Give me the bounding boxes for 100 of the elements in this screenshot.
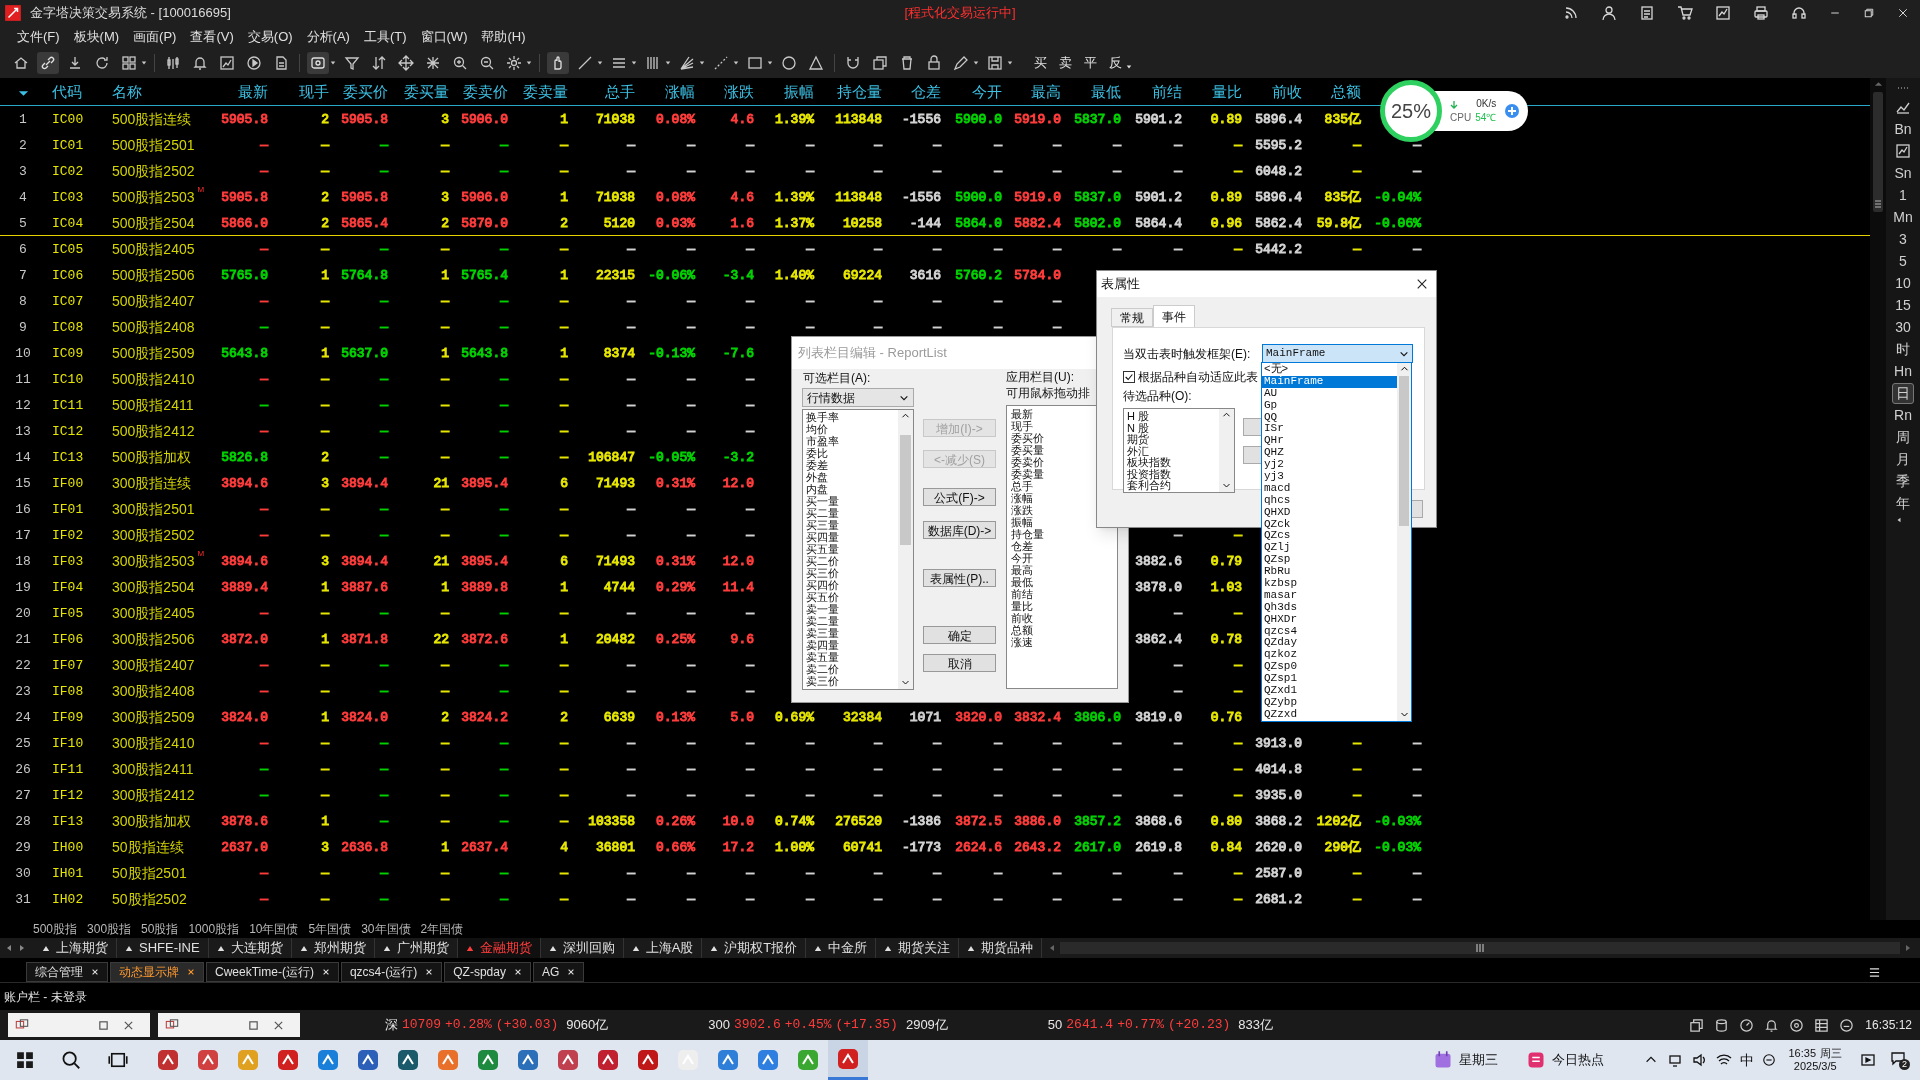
window-tab[interactable]: QZ-spday: [444, 962, 531, 982]
column-header[interactable]: 委买价: [343, 83, 388, 101]
column-header[interactable]: 总手: [605, 83, 635, 101]
menu-item[interactable]: 查看(V): [183, 27, 241, 47]
column-header[interactable]: 仓差: [911, 83, 941, 101]
period-button[interactable]: 周: [1892, 426, 1914, 448]
caret-icon[interactable]: [973, 60, 979, 66]
period-button[interactable]: 10: [1892, 272, 1914, 294]
column-header[interactable]: 最新: [238, 83, 268, 101]
ime-mode-icon[interactable]: [1762, 1053, 1777, 1067]
maximize-icon[interactable]: [98, 1019, 109, 1031]
sub-tab[interactable]: 30年国债: [361, 920, 411, 938]
list-item[interactable]: H 股: [1127, 411, 1219, 423]
list-item[interactable]: 总额: [1011, 624, 1117, 636]
target-icon[interactable]: [1789, 1017, 1805, 1033]
scroll-left-icon[interactable]: [5, 944, 13, 952]
list-item[interactable]: 卖三价: [806, 675, 898, 687]
vertical-scrollbar[interactable]: [1870, 78, 1886, 920]
scroll-right-icon[interactable]: [1904, 944, 1912, 952]
list-item[interactable]: 外盘: [806, 471, 898, 483]
dropdown-option[interactable]: AU: [1262, 387, 1397, 400]
database-icon[interactable]: [1714, 1017, 1730, 1033]
chart-icon[interactable]: [1715, 5, 1731, 21]
dropdown-option[interactable]: QZxd1: [1262, 685, 1397, 697]
list-item[interactable]: 买四量: [806, 531, 898, 543]
sort-icon[interactable]: [17, 88, 29, 97]
list-item[interactable]: 买五量: [806, 543, 898, 555]
close-icon[interactable]: [123, 1019, 134, 1031]
minimized-window[interactable]: [8, 1013, 150, 1037]
list-item[interactable]: 买四价: [806, 579, 898, 591]
link-icon[interactable]: [37, 52, 59, 74]
list-item[interactable]: 量比: [1011, 600, 1117, 612]
dropdown-option[interactable]: qzkoz: [1262, 649, 1397, 662]
close-icon[interactable]: [273, 1019, 284, 1031]
coin-icon[interactable]: [307, 52, 329, 74]
dropdown-option[interactable]: qhcs: [1262, 494, 1397, 507]
dropdown-option[interactable]: QZcs: [1262, 530, 1397, 543]
dropdown-option[interactable]: Gp: [1262, 399, 1397, 412]
close-icon[interactable]: [1416, 278, 1428, 290]
dropdown-option[interactable]: yj3: [1262, 471, 1397, 483]
sub-tab[interactable]: 500股指: [33, 920, 78, 938]
list-item[interactable]: 前结: [1011, 588, 1117, 600]
list-item[interactable]: 套利合约: [1127, 480, 1219, 492]
caret-icon[interactable]: [665, 60, 671, 66]
menu-item[interactable]: 分析(A): [299, 27, 357, 47]
dropdown-option[interactable]: QZzxd: [1262, 708, 1397, 721]
period-button[interactable]: 5: [1892, 250, 1914, 272]
list-item[interactable]: 外汇: [1127, 445, 1219, 457]
dropdown-option[interactable]: QHr: [1262, 435, 1397, 448]
dropdown-option[interactable]: QZlj: [1262, 542, 1397, 555]
caret-icon[interactable]: [526, 60, 532, 66]
list-scrollbar[interactable]: [1397, 363, 1411, 721]
menu-item[interactable]: 文件(F): [10, 27, 67, 47]
minimized-window[interactable]: [158, 1013, 300, 1037]
period-button[interactable]: Sn: [1892, 162, 1914, 184]
list-item[interactable]: 委差: [806, 459, 898, 471]
column-header[interactable]: 振幅: [784, 83, 814, 101]
scrollbar-thumb[interactable]: [1873, 92, 1883, 212]
checkbox[interactable]: [1123, 371, 1135, 383]
list-item[interactable]: 卖五量: [806, 651, 898, 663]
app-icon[interactable]: [596, 1048, 620, 1072]
app-icon[interactable]: [396, 1048, 420, 1072]
restore-icon[interactable]: [1863, 7, 1875, 19]
sub-tab[interactable]: 1000股指: [188, 920, 240, 938]
document-icon[interactable]: [1639, 5, 1655, 21]
dropdown-option[interactable]: yj2: [1262, 459, 1397, 471]
calendar-icon[interactable]: [1433, 1050, 1454, 1070]
app-icon[interactable]: [156, 1048, 180, 1072]
dropdown-option[interactable]: RbRu: [1262, 566, 1397, 579]
scroll-down-icon[interactable]: [1399, 710, 1409, 719]
list-item[interactable]: 投资指数: [1127, 468, 1219, 480]
column-header[interactable]: 总额: [1331, 83, 1361, 101]
sub-tab[interactable]: 300股指: [87, 920, 132, 938]
dropdown-option[interactable]: QZday: [1262, 637, 1397, 650]
weekday-widget[interactable]: 星期三: [1459, 1050, 1499, 1070]
list-item[interactable]: 涨速: [1011, 636, 1117, 648]
headset-icon[interactable]: [1791, 5, 1807, 21]
app-icon[interactable]: [636, 1048, 660, 1072]
menu-item[interactable]: 画面(P): [126, 27, 184, 47]
column-header[interactable]: 涨幅: [665, 83, 695, 101]
sub-tab[interactable]: 10年国债: [249, 920, 299, 938]
scroll-down-icon[interactable]: [901, 678, 910, 687]
close-icon[interactable]: [187, 968, 195, 976]
app-icon[interactable]: [716, 1048, 740, 1072]
period-button[interactable]: 季: [1892, 470, 1914, 492]
dropdown-option[interactable]: QQ: [1262, 411, 1397, 424]
dropdown-option[interactable]: masar: [1262, 589, 1397, 602]
period-button[interactable]: 日: [1892, 382, 1914, 404]
dropdown-option[interactable]: Qh3ds: [1262, 601, 1397, 614]
window-tab[interactable]: 动态显示牌: [110, 962, 204, 982]
list-item[interactable]: 仓差: [1011, 540, 1117, 552]
category-dropdown[interactable]: 行情数据: [802, 388, 914, 407]
maximize-icon[interactable]: [248, 1019, 259, 1031]
caret-icon[interactable]: [699, 60, 705, 66]
app-icon[interactable]: [516, 1048, 540, 1072]
dialog-tab[interactable]: 事件: [1153, 305, 1195, 327]
app-icon[interactable]: [356, 1048, 380, 1072]
trade-button[interactable]: 平: [1082, 53, 1099, 73]
period-button[interactable]: 月: [1892, 448, 1914, 470]
bell-icon[interactable]: [1764, 1017, 1780, 1033]
